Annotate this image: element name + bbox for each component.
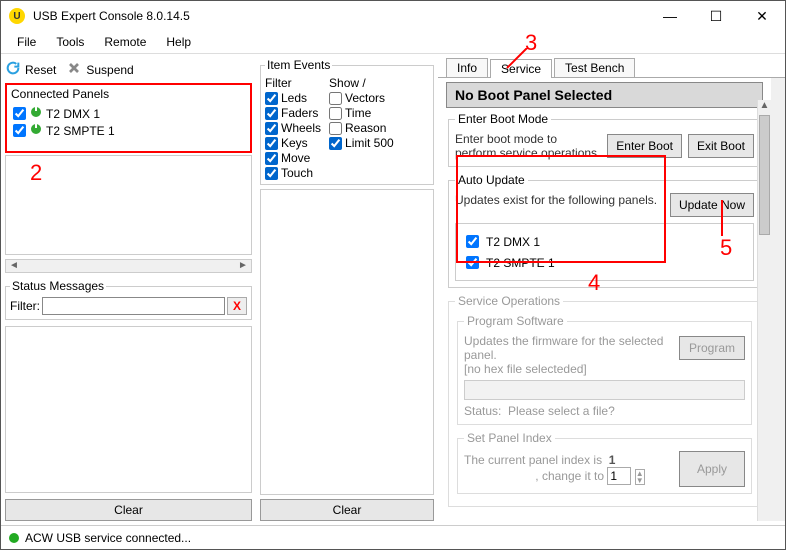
h-scrollbar[interactable]: ◄ ► [5, 259, 252, 273]
show-time[interactable] [329, 107, 342, 120]
list-item[interactable]: T2 SMPTE 1 [13, 122, 244, 139]
panel-index-value: 1 [609, 453, 616, 467]
auto-update-text: Updates exist for the following panels. [455, 193, 662, 217]
tab-test-bench[interactable]: Test Bench [554, 58, 635, 77]
list-item[interactable]: T2 DMX 1 [13, 105, 244, 122]
filter-touch[interactable] [265, 167, 278, 180]
item-events-area [260, 189, 434, 495]
show-col-label: Show / [329, 76, 394, 90]
panel-name: T2 DMX 1 [46, 107, 100, 121]
clear-status-button[interactable]: Clear [5, 499, 252, 521]
service-ops-label: Service Operations [455, 294, 563, 308]
clear-events-button[interactable]: Clear [260, 499, 434, 521]
program-status: Please select a file? [508, 404, 615, 418]
menu-tools[interactable]: Tools [46, 33, 94, 51]
spinner-icon[interactable]: ▲▼ [635, 469, 645, 485]
window-title: USB Expert Console 8.0.14.5 [33, 9, 647, 23]
filter-col-label: Filter [265, 76, 321, 90]
clear-filter-button[interactable]: X [227, 297, 247, 315]
status-text: ACW USB service connected... [25, 531, 191, 545]
auto-update-label: Auto Update [455, 173, 528, 187]
item-events-label: Item Events [265, 58, 332, 72]
show-vectors[interactable] [329, 92, 342, 105]
update-panel-checkbox[interactable] [466, 256, 479, 269]
maximize-button[interactable]: ☐ [693, 1, 739, 31]
scroll-up-icon[interactable]: ▲ [758, 100, 771, 114]
panel-checkbox[interactable] [13, 124, 26, 137]
menu-help[interactable]: Help [156, 33, 201, 51]
panel-name: T2 SMPTE 1 [46, 124, 115, 138]
program-text: Updates the firmware for the selected pa… [464, 334, 673, 362]
status-messages-area [5, 326, 252, 493]
filter-keys[interactable] [265, 137, 278, 150]
boot-mode-label: Enter Boot Mode [455, 112, 551, 126]
panel-checkbox[interactable] [13, 107, 26, 120]
status-messages-label: Status Messages [10, 279, 106, 293]
exit-boot-button[interactable]: Exit Boot [688, 134, 754, 158]
panel-header: No Boot Panel Selected [446, 82, 763, 108]
suspend-icon[interactable] [66, 60, 82, 79]
filter-leds[interactable] [265, 92, 278, 105]
panel-detail-area [5, 155, 252, 255]
menu-remote[interactable]: Remote [94, 33, 156, 51]
connected-panels-label: Connected Panels [11, 87, 246, 101]
reset-icon[interactable] [5, 60, 21, 79]
reset-button[interactable]: Reset [25, 63, 56, 77]
connected-panels-group: Connected Panels T2 DMX 1 T2 SMPTE 1 [5, 83, 252, 153]
minimize-button[interactable]: — [647, 1, 693, 31]
filter-faders[interactable] [265, 107, 278, 120]
v-scrollbar[interactable]: ▲ [757, 100, 771, 521]
scroll-left-icon[interactable]: ◄ [6, 260, 22, 272]
filter-move[interactable] [265, 152, 278, 165]
filter-label: Filter: [10, 299, 40, 313]
enter-boot-button[interactable]: Enter Boot [607, 134, 682, 158]
update-now-button[interactable]: Update Now [670, 193, 754, 217]
tab-info[interactable]: Info [446, 58, 488, 77]
no-hex-label: [no hex file selecteded] [464, 362, 745, 376]
set-panel-index-label: Set Panel Index [464, 431, 555, 445]
panel-index-input[interactable] [607, 467, 631, 485]
program-button[interactable]: Program [679, 336, 745, 360]
device-icon [30, 106, 42, 121]
apply-button[interactable]: Apply [679, 451, 745, 487]
device-icon [30, 123, 42, 138]
menu-file[interactable]: File [7, 33, 46, 51]
show-reason[interactable] [329, 122, 342, 135]
filter-input[interactable] [42, 297, 225, 315]
boot-text: Enter boot mode to perform service opera… [455, 132, 601, 160]
update-panel-checkbox[interactable] [466, 235, 479, 248]
scroll-thumb[interactable] [759, 115, 770, 235]
tab-service[interactable]: Service [490, 59, 552, 78]
scroll-right-icon[interactable]: ► [235, 260, 251, 272]
filter-wheels[interactable] [265, 122, 278, 135]
program-software-label: Program Software [464, 314, 567, 328]
status-indicator-icon [9, 533, 19, 543]
close-button[interactable]: ✕ [739, 1, 785, 31]
program-status-label: Status: [464, 404, 501, 418]
suspend-button[interactable]: Suspend [86, 63, 133, 77]
show-limit500[interactable] [329, 137, 342, 150]
app-icon: U [9, 8, 25, 24]
hex-file-field [464, 380, 745, 400]
